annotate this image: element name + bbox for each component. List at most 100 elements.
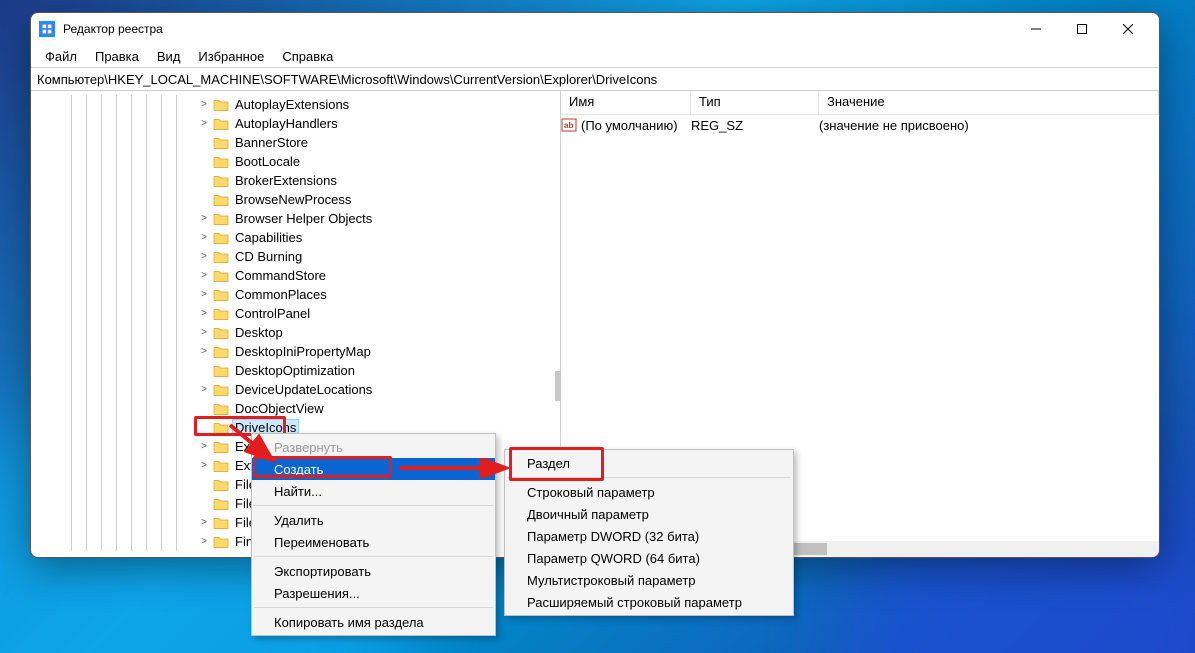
tree-item-label: CD Burning	[233, 249, 304, 264]
menu-item-label: Расширяемый строковый параметр	[527, 595, 742, 610]
tree-item-label: ControlPanel	[233, 306, 312, 321]
chevron-right-icon[interactable]: >	[197, 270, 211, 281]
menu-item-label: Мультистроковый параметр	[527, 573, 696, 588]
menu-file[interactable]: Файл	[37, 47, 85, 66]
context-menu-item[interactable]: Найти...	[252, 480, 495, 502]
folder-icon	[213, 231, 229, 245]
tree-item[interactable]: >CommandStore	[31, 266, 560, 285]
tree-item[interactable]: > DesktopIniPropertyMap	[31, 342, 560, 361]
menu-item-label: Найти...	[274, 484, 322, 499]
tree-item-label: DesktopIniPropertyMap	[233, 344, 373, 359]
col-header-name[interactable]: Имя	[561, 91, 691, 114]
chevron-right-icon[interactable]: >	[197, 99, 211, 110]
tree-item-label: Capabilities	[233, 230, 304, 245]
menu-separator	[254, 556, 493, 557]
context-menu-new-submenu: Раздел Строковый параметрДвоичный парамет…	[504, 449, 794, 616]
folder-icon	[213, 250, 229, 264]
tree-item[interactable]: BrowseNewProcess	[31, 190, 560, 209]
string-value-icon: ab	[561, 117, 577, 133]
chevron-right-icon[interactable]: >	[197, 384, 211, 395]
value-name: (По умолчанию)	[581, 118, 678, 133]
chevron-right-icon[interactable]: >	[197, 536, 211, 547]
tree-item-label: Browser Helper Objects	[233, 211, 374, 226]
menu-favorites[interactable]: Избранное	[190, 47, 272, 66]
folder-icon	[213, 212, 229, 226]
list-header: Имя Тип Значение	[561, 91, 1159, 115]
chevron-right-icon[interactable]: >	[197, 308, 211, 319]
menu-item-label: Параметр QWORD (64 бита)	[527, 551, 700, 566]
menu-view[interactable]: Вид	[149, 47, 189, 66]
window-title: Редактор реестра	[63, 22, 1013, 36]
chevron-right-icon[interactable]: >	[197, 289, 211, 300]
chevron-right-icon[interactable]: >	[197, 517, 211, 528]
tree-item[interactable]: >AutoplayExtensions	[31, 95, 560, 114]
tree-item[interactable]: > Desktop	[31, 323, 560, 342]
menu-separator	[254, 505, 493, 506]
tree-item[interactable]: >CommonPlaces	[31, 285, 560, 304]
chevron-right-icon[interactable]: >	[197, 232, 211, 243]
chevron-right-icon[interactable]: >	[197, 213, 211, 224]
submenu-item[interactable]: Двоичный параметр	[505, 503, 793, 525]
chevron-right-icon[interactable]: >	[197, 441, 211, 452]
tree-item-label: AutoplayHandlers	[233, 116, 340, 131]
tree-item-label: BannerStore	[233, 135, 310, 150]
menu-help[interactable]: Справка	[274, 47, 341, 66]
chevron-right-icon[interactable]: >	[197, 460, 211, 471]
col-header-type[interactable]: Тип	[691, 91, 819, 114]
folder-icon	[213, 98, 229, 112]
address-bar[interactable]: Компьютер\HKEY_LOCAL_MACHINE\SOFTWARE\Mi…	[31, 67, 1159, 91]
context-menu-item[interactable]: Экспортировать	[252, 560, 495, 582]
tree-item-label: DocObjectView	[233, 401, 326, 416]
folder-icon	[213, 288, 229, 302]
submenu-item[interactable]: Параметр QWORD (64 бита)	[505, 547, 793, 569]
tree-item[interactable]: >DeviceUpdateLocations	[31, 380, 560, 399]
chevron-right-icon[interactable]: >	[197, 346, 211, 357]
menu-item-label: Удалить	[274, 513, 324, 528]
svg-text:ab: ab	[564, 121, 573, 130]
menu-item-label: Копировать имя раздела	[274, 615, 424, 630]
folder-icon	[213, 269, 229, 283]
tree-item-label: BrokerExtensions	[233, 173, 339, 188]
splitter-grip[interactable]	[555, 371, 561, 401]
menu-item-label: Параметр DWORD (32 бита)	[527, 529, 699, 544]
menu-edit[interactable]: Правка	[87, 47, 147, 66]
context-menu-item[interactable]: Удалить	[252, 509, 495, 531]
submenu-item[interactable]: Раздел	[505, 452, 793, 474]
tree-item-label: Desktop	[233, 325, 285, 340]
folder-icon	[213, 364, 229, 378]
chevron-right-icon[interactable]: >	[197, 327, 211, 338]
tree-item[interactable]: > AutoplayHandlers	[31, 114, 560, 133]
context-menu-item[interactable]: Создать▶	[252, 458, 495, 480]
menubar: Файл Правка Вид Избранное Справка	[31, 45, 1159, 67]
chevron-right-icon[interactable]: >	[197, 118, 211, 129]
list-row[interactable]: ab (По умолчанию) REG_SZ (значение не пр…	[561, 115, 1159, 135]
context-menu-item[interactable]: Переименовать	[252, 531, 495, 553]
tree-item[interactable]: BrokerExtensions	[31, 171, 560, 190]
submenu-item[interactable]: Параметр DWORD (32 бита)	[505, 525, 793, 547]
tree-item[interactable]: > Capabilities	[31, 228, 560, 247]
context-menu-item[interactable]: Разрешения...	[252, 582, 495, 604]
tree-item[interactable]: DocObjectView	[31, 399, 560, 418]
minimize-button[interactable]	[1013, 13, 1059, 45]
tree-item[interactable]: BannerStore	[31, 133, 560, 152]
folder-icon	[213, 155, 229, 169]
tree-item[interactable]: > ControlPanel	[31, 304, 560, 323]
menu-separator	[254, 607, 493, 608]
folder-icon	[213, 459, 229, 473]
close-button[interactable]	[1105, 13, 1151, 45]
tree-item[interactable]: DesktopOptimization	[31, 361, 560, 380]
tree-item[interactable]: > CD Burning	[31, 247, 560, 266]
chevron-right-icon[interactable]: >	[197, 251, 211, 262]
submenu-item[interactable]: Расширяемый строковый параметр	[505, 591, 793, 613]
folder-icon	[213, 307, 229, 321]
context-menu-item[interactable]: Копировать имя раздела	[252, 611, 495, 633]
col-header-value[interactable]: Значение	[819, 91, 1159, 114]
submenu-item[interactable]: Строковый параметр	[505, 481, 793, 503]
menu-item-label: Раздел	[527, 456, 570, 471]
menu-item-label: Экспортировать	[274, 564, 371, 579]
submenu-item[interactable]: Мультистроковый параметр	[505, 569, 793, 591]
tree-item[interactable]: > Browser Helper Objects	[31, 209, 560, 228]
maximize-button[interactable]	[1059, 13, 1105, 45]
tree-item[interactable]: BootLocale	[31, 152, 560, 171]
menu-item-label: Создать	[274, 462, 323, 477]
